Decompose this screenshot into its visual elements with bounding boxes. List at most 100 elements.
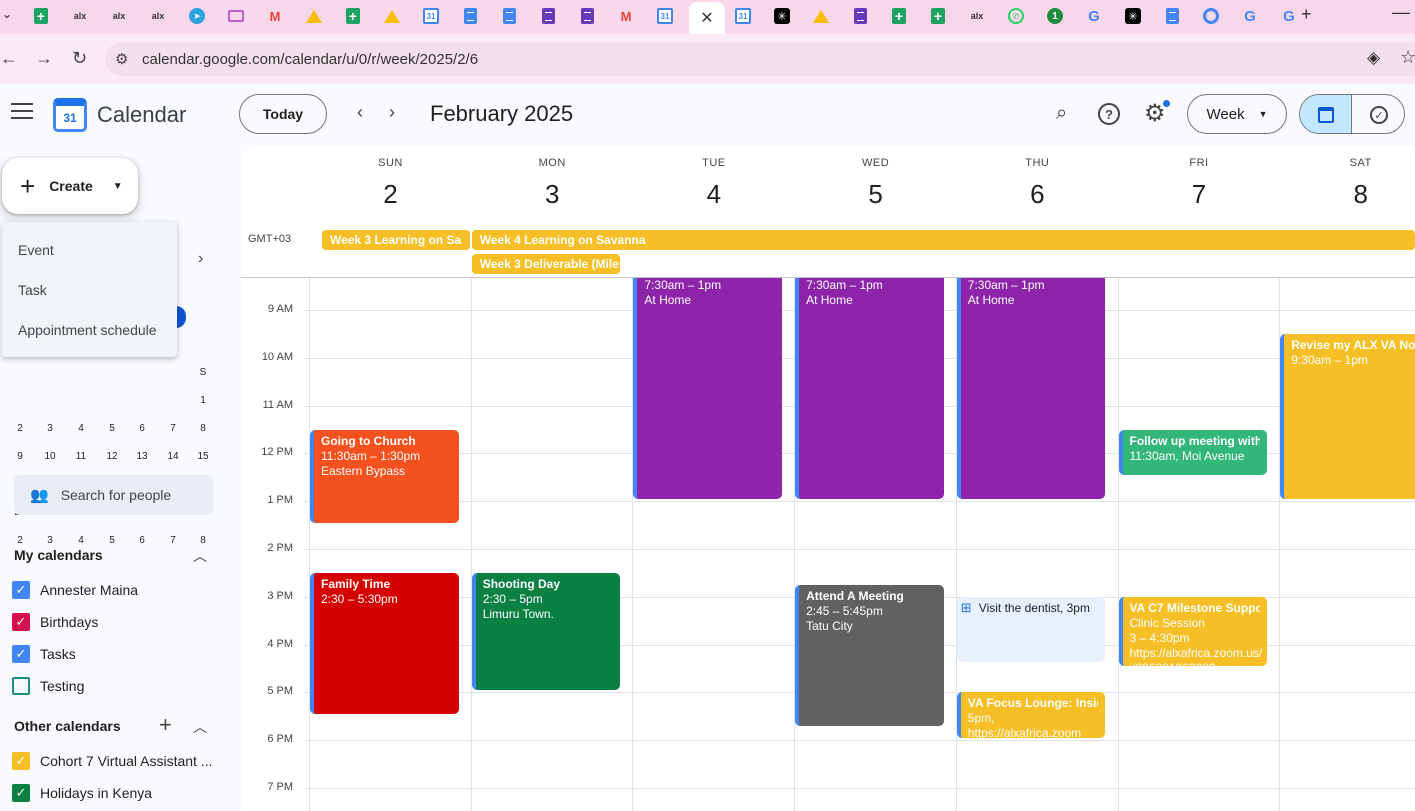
browser-tab[interactable]: 31 bbox=[728, 5, 758, 27]
search-icon[interactable]: ⌕ bbox=[1056, 102, 1067, 125]
mini-calendar-day[interactable]: 4 bbox=[66, 535, 96, 546]
back-arrow-icon[interactable]: ← bbox=[0, 48, 18, 69]
today-button[interactable]: Today bbox=[239, 94, 327, 134]
day-header[interactable]: FRI 7 bbox=[1119, 146, 1280, 210]
day-header[interactable]: TUE 4 bbox=[633, 146, 794, 210]
checkbox-icon[interactable]: ✓ bbox=[12, 784, 30, 802]
minimize-icon[interactable]: — bbox=[1392, 2, 1410, 23]
calendar-item[interactable]: ✓ Annester Maina bbox=[12, 581, 222, 599]
address-bar[interactable]: ⚙ calendar.google.com/calendar/u/0/r/wee… bbox=[105, 42, 1415, 76]
browser-tab[interactable]: 31 bbox=[650, 5, 680, 27]
create-button[interactable]: + Create ▼ bbox=[2, 158, 138, 214]
day-number[interactable]: 2 bbox=[310, 179, 471, 210]
event-church[interactable]: Going to Church 11:30am – 1:30pm Eastern B… bbox=[310, 429, 459, 524]
browser-tab[interactable]: ✳ bbox=[767, 5, 797, 27]
calendar-item[interactable]: Testing bbox=[12, 677, 222, 695]
day-header[interactable]: THU 6 bbox=[957, 146, 1118, 210]
browser-tab[interactable] bbox=[221, 5, 251, 27]
mini-calendar-day[interactable]: 2 bbox=[5, 423, 35, 434]
checkbox-icon[interactable]: ✓ bbox=[12, 613, 30, 631]
site-info-icon[interactable]: ⚙ bbox=[115, 50, 128, 68]
browser-tab[interactable] bbox=[806, 5, 836, 27]
calendar-item[interactable]: ✓ Tasks bbox=[12, 645, 222, 663]
day-header[interactable]: SUN 2 bbox=[310, 146, 471, 210]
mini-calendar-day[interactable]: 5 bbox=[97, 535, 127, 546]
previous-week-chevron-icon[interactable]: ‹ bbox=[357, 102, 363, 123]
mini-calendar-day[interactable]: 15 bbox=[188, 451, 218, 462]
mini-calendar-day[interactable]: 9 bbox=[5, 451, 35, 462]
all-day-event[interactable]: Week 3 Learning on Sa bbox=[322, 230, 470, 250]
day-number[interactable]: 5 bbox=[795, 179, 956, 210]
browser-tab[interactable] bbox=[299, 5, 329, 27]
checkbox-icon[interactable]: ✓ bbox=[12, 752, 30, 770]
mini-calendar-next-icon[interactable]: › bbox=[198, 250, 203, 268]
tasks-view-button[interactable]: ✓ bbox=[1353, 95, 1404, 133]
next-week-chevron-icon[interactable]: › bbox=[389, 102, 395, 123]
calendar-item[interactable]: ✓ Birthdays bbox=[12, 613, 222, 631]
browser-tab[interactable]: G bbox=[1274, 5, 1304, 27]
event-thu-home[interactable]: 7:30am – 1pm At Home bbox=[956, 278, 1106, 500]
event-lounge[interactable]: VA Focus Lounge: Inside 5pm, https://alxa… bbox=[956, 692, 1106, 739]
browser-tab[interactable]: alx bbox=[962, 5, 992, 27]
browser-tab[interactable]: ➤ bbox=[182, 5, 212, 27]
mini-calendar-day[interactable]: 3 bbox=[35, 535, 65, 546]
reload-icon[interactable]: ↻ bbox=[72, 48, 87, 69]
mini-calendar-day[interactable]: 3 bbox=[35, 423, 65, 434]
mini-calendar-day[interactable]: 2 bbox=[5, 535, 35, 546]
browser-tab[interactable] bbox=[845, 5, 875, 27]
day-number[interactable]: 3 bbox=[472, 179, 633, 210]
mini-calendar-day[interactable]: 13 bbox=[127, 451, 157, 462]
checkbox-icon[interactable]: ✓ bbox=[12, 581, 30, 599]
browser-tab[interactable]: ✳ bbox=[1118, 5, 1148, 27]
all-day-event[interactable]: Week 3 Deliverable (Mile bbox=[471, 254, 620, 274]
browser-tab[interactable]: alx bbox=[143, 5, 173, 27]
url-text[interactable]: calendar.google.com/calendar/u/0/r/week/… bbox=[142, 51, 478, 68]
calendar-item[interactable]: ✓ Holidays in Kenya bbox=[12, 784, 222, 802]
calendar-view-button[interactable] bbox=[1300, 95, 1352, 133]
mini-calendar-day[interactable]: 11 bbox=[66, 451, 96, 462]
event-revise[interactable]: Revise my ALX VA Note 9:30am – 1pm bbox=[1280, 333, 1415, 500]
checkbox-icon[interactable]: ✓ bbox=[12, 645, 30, 663]
day-header[interactable]: MON 3 bbox=[472, 146, 633, 210]
browser-tab[interactable]: + bbox=[338, 5, 368, 27]
mini-calendar-day[interactable]: 6 bbox=[127, 423, 157, 434]
browser-tab[interactable]: 31 bbox=[416, 5, 446, 27]
day-number[interactable]: 8 bbox=[1280, 179, 1415, 210]
event-meeting[interactable]: Attend A Meeting 2:45 – 5:45pm Tatu City bbox=[795, 584, 944, 727]
browser-tab[interactable] bbox=[572, 5, 602, 27]
all-day-event[interactable]: Week 4 Learning on Savanna bbox=[471, 230, 1415, 250]
day-header[interactable]: WED 5 bbox=[795, 146, 956, 210]
people-search-input[interactable]: 👥 Search for people bbox=[14, 475, 213, 515]
my-calendars-title[interactable]: My calendars bbox=[14, 547, 103, 563]
browser-tab[interactable]: M bbox=[611, 5, 641, 27]
browser-tab[interactable] bbox=[494, 5, 524, 27]
forward-arrow-icon[interactable]: → bbox=[35, 48, 53, 69]
checkbox-icon[interactable] bbox=[12, 677, 30, 695]
browser-tab[interactable]: + bbox=[923, 5, 953, 27]
browser-tab[interactable]: M bbox=[260, 5, 290, 27]
browser-tab[interactable]: G bbox=[1079, 5, 1109, 27]
create-menu-event[interactable]: Event bbox=[18, 242, 54, 258]
event-shooting[interactable]: Shooting Day 2:30 – 5pm Limuru Town. bbox=[471, 572, 621, 691]
mini-calendar-day[interactable]: 7 bbox=[158, 423, 188, 434]
mini-calendar-day[interactable]: 5 bbox=[97, 423, 127, 434]
tab-search-chevron-icon[interactable]: ⌄ bbox=[2, 7, 12, 21]
mini-calendar-day[interactable]: 4 bbox=[66, 423, 96, 434]
browser-tab[interactable] bbox=[455, 5, 485, 27]
event-followup[interactable]: Follow up meeting with th11:30am, Moi Av… bbox=[1118, 429, 1268, 476]
browser-tab[interactable] bbox=[533, 5, 563, 27]
bookmark-star-icon[interactable]: ☆ bbox=[1400, 47, 1415, 68]
event-dentist[interactable]: Visit the dentist, 3pm ⊞ bbox=[956, 596, 1106, 662]
mini-calendar-day[interactable]: 6 bbox=[127, 535, 157, 546]
create-menu-appointment-schedule[interactable]: Appointment schedule bbox=[18, 322, 157, 338]
create-menu-task[interactable]: Task bbox=[18, 282, 47, 298]
mini-calendar-day[interactable]: 8 bbox=[188, 423, 218, 434]
calendar-item[interactable]: ✓ Cohort 7 Virtual Assistant ... bbox=[12, 752, 222, 770]
day-number[interactable]: 7 bbox=[1119, 179, 1280, 210]
add-calendar-plus-icon[interactable]: + bbox=[159, 712, 172, 738]
browser-tab[interactable] bbox=[377, 5, 407, 27]
mini-calendar-day[interactable]: 8 bbox=[188, 535, 218, 546]
view-select[interactable]: Week ▼ bbox=[1187, 94, 1287, 134]
browser-tab[interactable]: ✆ bbox=[1001, 5, 1031, 27]
mini-calendar-day[interactable]: 1 bbox=[188, 395, 218, 406]
